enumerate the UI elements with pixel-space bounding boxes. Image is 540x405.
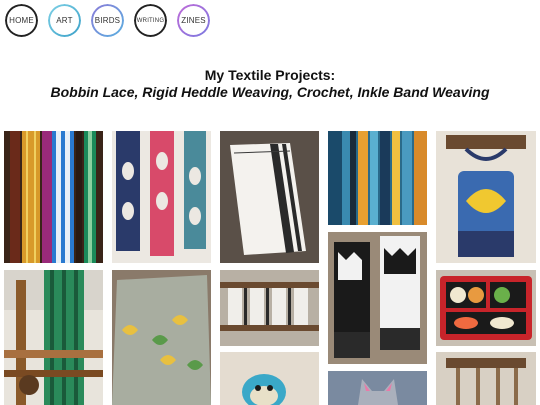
nav-birds-label: BIRDS bbox=[94, 16, 121, 25]
nav-writing-button[interactable]: WRITING bbox=[136, 6, 165, 35]
photo-wall-hanging-rack[interactable] bbox=[436, 352, 536, 405]
nav-home-button[interactable]: HOME bbox=[7, 6, 36, 35]
page-title: My Textile Projects: Bobbin Lace, Rigid … bbox=[0, 67, 540, 101]
photo-inkle-band-weaving[interactable] bbox=[4, 131, 103, 263]
nav-birds-button[interactable]: BIRDS bbox=[93, 6, 122, 35]
page-title-line2: Bobbin Lace, Rigid Heddle Weaving, Croch… bbox=[50, 84, 490, 100]
photo-woven-white-towel[interactable] bbox=[220, 131, 319, 263]
photo-crochet-heart-mittens[interactable] bbox=[328, 232, 427, 364]
photo-bobbin-lace-bands[interactable] bbox=[112, 131, 211, 263]
nav-art-button[interactable]: ART bbox=[50, 6, 79, 35]
photo-crochet-cat-toy[interactable] bbox=[328, 371, 427, 405]
photo-loom-with-heddle[interactable] bbox=[4, 270, 103, 405]
nav-zines-button[interactable]: ZINES bbox=[179, 6, 208, 35]
photo-colorful-warp-threads[interactable] bbox=[328, 131, 427, 225]
photo-crochet-sweater-leaves[interactable] bbox=[112, 270, 211, 405]
nav-art-label: ART bbox=[56, 16, 73, 25]
page-title-line1: My Textile Projects: bbox=[204, 67, 336, 83]
nav-zines-label: ZINES bbox=[181, 16, 206, 25]
nav-writing-label: WRITING bbox=[136, 17, 165, 24]
photo-crochet-tote-bag[interactable] bbox=[436, 131, 536, 263]
main-nav: HOME ART BIRDS WRITING ZINES bbox=[7, 6, 208, 35]
nav-home-label: HOME bbox=[9, 16, 34, 25]
photo-rigid-heddle-loom-warp[interactable] bbox=[220, 270, 319, 346]
photo-crochet-sushi-bento[interactable] bbox=[436, 270, 536, 346]
photo-crochet-blue-bird[interactable] bbox=[220, 352, 319, 405]
